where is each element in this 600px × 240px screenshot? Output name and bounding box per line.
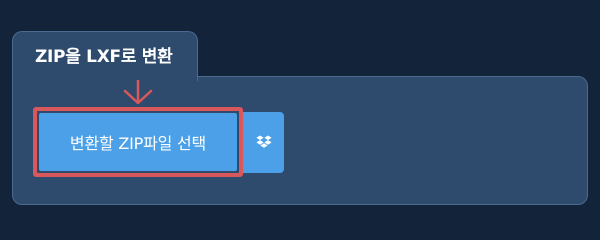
arrow-down-icon: [123, 80, 153, 105]
select-zip-file-button[interactable]: 변환할 ZIP파일 선택: [39, 113, 237, 171]
select-zip-file-label: 변환할 ZIP파일 선택: [69, 134, 207, 153]
select-file-highlight: 변환할 ZIP파일 선택: [33, 107, 243, 177]
tab-title: ZIP을 LXF로 변환: [35, 47, 173, 67]
dropbox-button[interactable]: [243, 112, 284, 173]
converter-tab: ZIP을 LXF로 변환: [12, 31, 198, 81]
dropbox-icon: [255, 135, 272, 148]
